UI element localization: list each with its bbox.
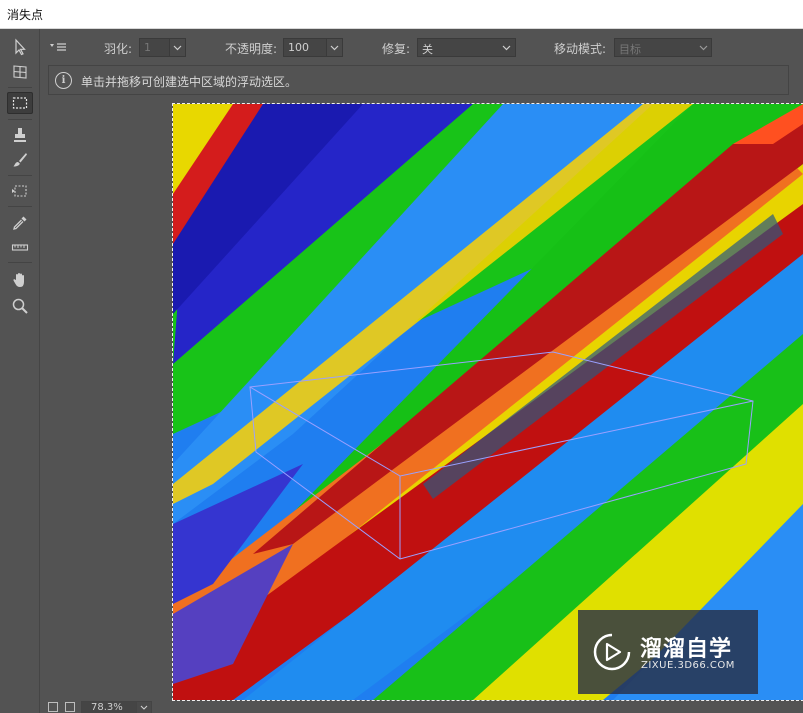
tool-separator — [8, 206, 32, 207]
feather-label: 羽化: — [104, 42, 133, 56]
stamp-icon — [14, 128, 26, 142]
move-mode-label: 移动模式: — [554, 42, 607, 56]
play-circle-icon — [593, 633, 631, 671]
status-bar: 78.3% — [41, 700, 803, 713]
zoom-in-button[interactable] — [65, 702, 75, 712]
panel-menu-icon[interactable] — [49, 39, 67, 55]
dashed-rectangle-icon — [12, 97, 28, 109]
tool-panel — [0, 29, 40, 713]
options-bar: 羽化: 1 不透明度: 100 修复: 关 移动模式: 目标 — [40, 29, 803, 65]
grid-plane-icon — [13, 65, 27, 79]
brush-tool[interactable] — [7, 149, 33, 171]
marquee-tool[interactable] — [7, 92, 33, 114]
heal-label: 修复: — [382, 42, 411, 56]
ruler-icon — [11, 244, 29, 251]
opacity-input[interactable]: 100 — [283, 38, 327, 57]
chevron-down-icon — [140, 705, 148, 710]
create-plane-tool[interactable] — [7, 61, 33, 83]
opacity-dropdown-button[interactable] — [326, 38, 343, 57]
stamp-tool[interactable] — [7, 124, 33, 146]
chevron-down-icon — [330, 45, 339, 50]
zoom-out-button[interactable] — [48, 702, 58, 712]
feather-dropdown-button[interactable] — [169, 38, 186, 57]
tool-separator — [8, 119, 32, 120]
zoom-level-field[interactable]: 78.3% — [81, 701, 139, 713]
chevron-down-icon — [173, 45, 182, 50]
hand-tool[interactable] — [7, 269, 33, 291]
watermark-title: 溜溜自学 — [640, 637, 733, 662]
watermark-logo: 溜溜自学 ZIXUE.3D66.COM — [578, 610, 758, 694]
transform-icon — [12, 185, 27, 197]
heal-dropdown-button[interactable] — [498, 38, 515, 57]
info-message: 单击并拖移可创建选中区域的浮动选区。 — [81, 75, 298, 89]
eyedropper-icon — [13, 216, 27, 230]
edit-plane-tool[interactable] — [7, 36, 33, 58]
info-icon: i — [55, 72, 72, 89]
brush-icon — [13, 153, 27, 167]
opacity-label: 不透明度: — [225, 42, 278, 56]
transform-tool[interactable] — [7, 180, 33, 202]
tool-separator — [8, 262, 32, 263]
chevron-down-icon — [699, 45, 708, 50]
chevron-down-icon — [502, 45, 511, 50]
magnifier-icon — [12, 298, 28, 314]
title-bar: 消失点 — [0, 0, 803, 29]
watermark-url: ZIXUE.3D66.COM — [641, 660, 735, 671]
eyedropper-tool[interactable] — [7, 212, 33, 234]
zoom-tool[interactable] — [7, 295, 33, 317]
tool-separator — [8, 175, 32, 176]
info-bar: i 单击并拖移可创建选中区域的浮动选区。 — [48, 65, 789, 95]
move-mode-dropdown-button[interactable] — [695, 38, 712, 57]
hand-icon — [13, 273, 24, 287]
arrow-pointer-icon — [15, 38, 26, 56]
window-title: 消失点 — [7, 8, 44, 22]
tool-separator — [8, 87, 32, 88]
zoom-dropdown-button[interactable] — [136, 701, 152, 713]
feather-input[interactable]: 1 — [139, 38, 170, 57]
measure-tool[interactable] — [7, 236, 33, 258]
